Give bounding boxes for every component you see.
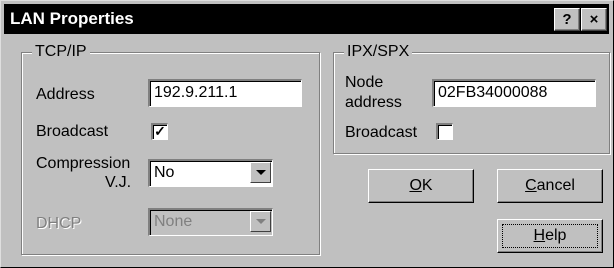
- address-label: Address: [36, 86, 95, 103]
- cancel-mnemonic: C: [525, 177, 537, 194]
- help-mnemonic: H: [533, 227, 546, 244]
- cancel-button[interactable]: Cancel: [497, 169, 603, 203]
- tcpip-broadcast-checkbox[interactable]: ✓: [151, 123, 168, 140]
- window-title: LAN Properties: [10, 9, 134, 28]
- tcpip-group-title: TCP/IP: [32, 43, 90, 61]
- address-input[interactable]: 192.9.211.1: [148, 79, 302, 107]
- dhcp-label: DHCP: [36, 215, 82, 232]
- node-address-input[interactable]: 02FB34000088: [432, 79, 596, 107]
- compression-value: No: [154, 164, 175, 181]
- compression-label-line1: Compression: [36, 155, 131, 172]
- ipxspx-group-title: IPX/SPX: [344, 43, 413, 61]
- node-address-label-line1: Node: [345, 74, 384, 91]
- title-bar[interactable]: LAN Properties ? ×: [4, 4, 609, 34]
- close-button[interactable]: ×: [581, 8, 607, 31]
- tcpip-group: TCP/IP Address 192.9.211.1 Broadcast ✓ C…: [21, 43, 320, 255]
- node-address-label-line2: address: [345, 94, 402, 111]
- ipxspx-broadcast-checkbox[interactable]: [436, 123, 453, 140]
- compression-select[interactable]: No: [148, 159, 273, 187]
- help-button[interactable]: Help: [497, 219, 603, 253]
- ipxspx-broadcast-label: Broadcast: [345, 124, 418, 141]
- dhcp-select: None: [148, 208, 273, 236]
- help-title-button[interactable]: ?: [554, 8, 580, 31]
- compression-label-line2: V.J.: [105, 174, 132, 191]
- ok-button[interactable]: OK: [368, 169, 474, 203]
- cancel-label: ancel: [536, 177, 575, 194]
- chevron-down-icon: [250, 211, 271, 232]
- check-mark-icon: ✓: [154, 123, 166, 139]
- ok-mnemonic: O: [409, 177, 422, 194]
- lan-properties-dialog: LAN Properties ? × TCP/IP Address 192.9.…: [0, 0, 614, 268]
- dhcp-value: None: [154, 213, 193, 230]
- ipxspx-group: IPX/SPX Node address 02FB34000088 Broadc…: [333, 43, 610, 154]
- ok-label: K: [421, 177, 433, 194]
- chevron-down-icon[interactable]: [250, 162, 271, 183]
- help-label: elp: [545, 227, 567, 244]
- tcpip-broadcast-label: Broadcast: [36, 123, 109, 140]
